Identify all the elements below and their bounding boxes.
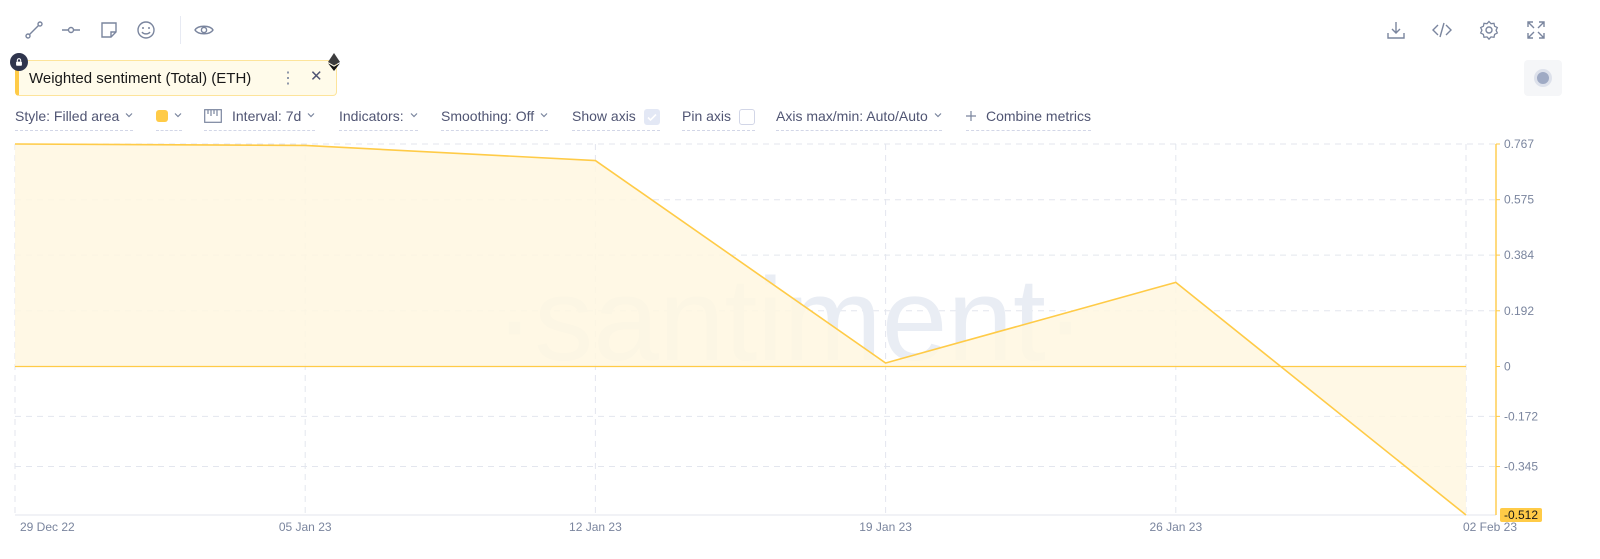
indicators-label: Indicators: — [339, 108, 404, 124]
sticky-note-icon[interactable] — [93, 14, 125, 46]
ruler-icon — [204, 109, 222, 123]
chevron-down-icon — [410, 113, 418, 118]
chevron-down-icon — [307, 113, 315, 118]
y-tick-label: 0 — [1504, 359, 1511, 373]
pin-axis-checkbox[interactable] — [739, 109, 756, 125]
x-tick-label: 26 Jan 23 — [1149, 520, 1202, 534]
chevron-down-icon — [125, 113, 133, 118]
smoothing-label: Smoothing: Off — [441, 108, 535, 124]
y-tick-label: 0.192 — [1504, 304, 1534, 318]
x-tick-label: 19 Jan 23 — [859, 520, 912, 534]
horizontal-ray-icon[interactable] — [55, 14, 87, 46]
color-swatch — [156, 110, 168, 122]
data-point[interactable] — [883, 360, 889, 366]
check-icon — [647, 113, 657, 122]
data-point[interactable] — [1463, 512, 1469, 518]
y-tick-label: 0.384 — [1504, 248, 1534, 262]
combine-metrics-label: Combine metrics — [986, 108, 1092, 124]
y-tick-label: -0.172 — [1504, 409, 1538, 423]
embed-code-icon[interactable] — [1426, 14, 1458, 46]
metric-label: Weighted sentiment (Total) (ETH) — [29, 70, 252, 87]
axis-maxmin-label: Axis max/min: Auto/Auto — [776, 108, 928, 124]
emoji-icon[interactable] — [130, 14, 162, 46]
record-button[interactable] — [1524, 60, 1562, 96]
data-point[interactable] — [12, 141, 18, 147]
show-axis-toggle[interactable]: Show axis — [572, 108, 660, 131]
y-tick-label: 0.575 — [1504, 193, 1534, 207]
y-tick-label: 0.767 — [1504, 137, 1534, 151]
pin-axis-label: Pin axis — [682, 108, 732, 124]
x-tick-label: 12 Jan 23 — [569, 520, 622, 534]
data-point[interactable] — [592, 158, 598, 164]
line-draw-icon[interactable] — [18, 14, 50, 46]
x-tick-label: 05 Jan 23 — [279, 520, 332, 534]
x-tick-label: 02 Feb 23 — [1463, 520, 1517, 534]
y-tick-label: -0.345 — [1504, 460, 1538, 474]
style-selector[interactable]: Style: Filled area — [15, 108, 134, 131]
color-selector[interactable] — [156, 108, 182, 131]
combine-metrics-button[interactable]: Combine metrics — [966, 108, 1092, 131]
data-point[interactable] — [302, 142, 308, 148]
axis-maxmin-selector[interactable]: Axis max/min: Auto/Auto — [776, 108, 942, 131]
chevron-down-icon — [540, 113, 548, 118]
lock-icon — [10, 53, 28, 71]
metric-close-button[interactable]: ✕ — [310, 67, 323, 85]
show-axis-label: Show axis — [572, 108, 636, 124]
plus-icon — [966, 111, 976, 121]
eye-icon[interactable] — [188, 14, 220, 46]
x-tick-label: 29 Dec 22 — [20, 520, 75, 534]
chevron-down-icon — [934, 113, 942, 118]
chart-toolbar — [0, 0, 1600, 62]
chevron-down-icon — [174, 113, 182, 118]
smoothing-selector[interactable]: Smoothing: Off — [441, 108, 549, 131]
indicators-selector[interactable]: Indicators: — [339, 108, 418, 131]
ethereum-icon — [328, 53, 340, 71]
toolbar-separator — [180, 16, 181, 44]
show-axis-checkbox[interactable] — [643, 109, 660, 125]
download-icon[interactable] — [1380, 14, 1412, 46]
pin-axis-toggle[interactable]: Pin axis — [682, 108, 756, 131]
data-point[interactable] — [1173, 279, 1179, 285]
interval-label: Interval: 7d — [232, 108, 302, 124]
settings-icon[interactable] — [1473, 14, 1505, 46]
metric-menu-button[interactable]: ⋮ — [280, 68, 296, 88]
fullscreen-icon[interactable] — [1520, 14, 1552, 46]
style-label: Style: Filled area — [15, 108, 120, 124]
chart-area[interactable]: ·santiment· 0.7670.5750.3840.1920-0.172-… — [0, 135, 1600, 559]
interval-selector[interactable]: Interval: 7d — [204, 108, 316, 131]
record-dot-icon — [1534, 69, 1552, 87]
